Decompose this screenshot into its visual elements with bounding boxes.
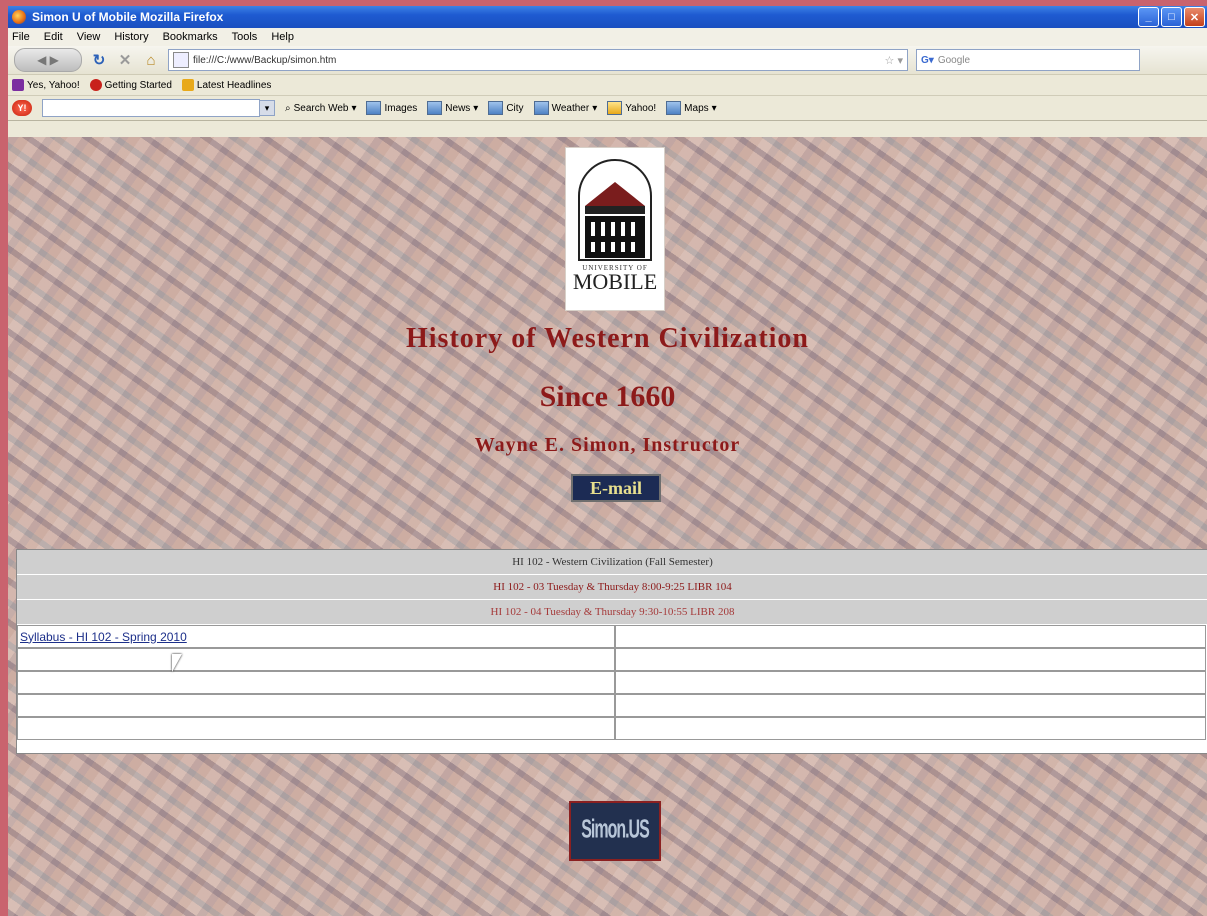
instructor-name: Wayne E. Simon, Instructor (474, 434, 741, 456)
bookmark-label: Getting Started (104, 79, 172, 91)
url-text: file:///C:/www/Backup/simon.htm (193, 54, 337, 66)
yahoo-city[interactable]: City (488, 101, 524, 115)
browser-window: Simon U of Mobile Mozilla Firefox _ □ ✕ … (8, 6, 1207, 916)
table-cell (615, 694, 1206, 717)
table-cell (17, 648, 615, 671)
university-logo: UNIVERSITY OF MOBILE (565, 147, 665, 311)
close-button[interactable]: ✕ (1184, 7, 1205, 27)
bookmarks-toolbar: Yes, Yahoo! Getting Started Latest Headl… (8, 75, 1207, 96)
yahoo-badge-icon[interactable]: Y! (12, 100, 32, 116)
section-row: HI 102 - 03 Tuesday & Thursday 8:00-9:25… (17, 575, 1207, 600)
navigation-toolbar: ◀ ▶ ↻ ✕ ⌂ file:///C:/www/Backup/simon.ht… (8, 46, 1207, 75)
menu-history[interactable]: History (114, 31, 148, 43)
menu-tools[interactable]: Tools (232, 31, 258, 43)
site-identity-icon[interactable] (173, 52, 189, 68)
window-title: Simon U of Mobile Mozilla Firefox (32, 10, 224, 24)
page-title: History of Western Civilization (406, 323, 809, 354)
getting-started-icon (89, 79, 102, 91)
reload-icon[interactable]: ↻ (90, 51, 108, 69)
firefox-icon (12, 10, 26, 24)
university-building-icon (578, 159, 652, 261)
menu-view[interactable]: View (77, 31, 101, 43)
table-cell (615, 717, 1206, 740)
table-cell (615, 625, 1206, 648)
table-cell (17, 694, 615, 717)
bookmark-label: Latest Headlines (196, 79, 272, 91)
page-content: UNIVERSITY OF MOBILE History of Western … (8, 137, 1207, 916)
yahoo-search-web[interactable]: ⌕ Search Web ▾ (285, 103, 356, 114)
search-icon: ⌕ (285, 102, 291, 114)
email-button[interactable]: E-mail (571, 474, 661, 502)
yahoo-folder-icon (607, 101, 623, 115)
page-subtitle: Since 1660 (539, 380, 676, 413)
logo-mobile-text: MOBILE (572, 269, 658, 294)
menu-help[interactable]: Help (271, 31, 294, 43)
back-forward-button[interactable]: ◀ ▶ (14, 48, 82, 72)
table-cell (615, 648, 1206, 671)
yahoo-maps[interactable]: Maps ▾ (666, 101, 717, 115)
rss-feed-icon (181, 79, 194, 91)
bookmark-latest-headlines[interactable]: Latest Headlines (181, 79, 272, 91)
yahoo-yahoo[interactable]: Yahoo! (607, 101, 656, 115)
table-cell (17, 717, 615, 740)
mouse-cursor-icon (172, 654, 182, 672)
section-row: HI 102 - 04 Tuesday & Thursday 9:30-10:5… (17, 600, 1207, 625)
menu-edit[interactable]: Edit (44, 31, 63, 43)
simon-us-badge[interactable]: Simon.US (569, 801, 661, 861)
yahoo-toolbar: Y! ▾ ⌕ Search Web ▾ Images News ▾ City We… (8, 96, 1207, 121)
course-header-row: HI 102 - Western Civilization (Fall Seme… (17, 550, 1207, 575)
bookmark-label: Yes, Yahoo! (27, 79, 80, 91)
menu-bar: File Edit View History Bookmarks Tools H… (8, 28, 1207, 46)
yahoo-icon (12, 79, 24, 91)
syllabus-link[interactable]: Syllabus - HI 102 - Spring 2010 (20, 630, 187, 644)
bookmark-yahoo[interactable]: Yes, Yahoo! (12, 79, 80, 91)
table-cell: Syllabus - HI 102 - Spring 2010 (17, 625, 615, 648)
stop-icon[interactable]: ✕ (116, 51, 134, 69)
home-icon[interactable]: ⌂ (142, 51, 160, 69)
weather-icon (533, 101, 549, 115)
menu-bookmarks[interactable]: Bookmarks (163, 31, 218, 43)
google-icon[interactable]: G▾ (921, 55, 934, 66)
badge-text: Simon.US (581, 816, 650, 844)
maximize-button[interactable]: □ (1161, 7, 1182, 27)
course-table: HI 102 - Western Civilization (Fall Seme… (16, 549, 1207, 754)
window-controls: _ □ ✕ (1138, 7, 1207, 27)
course-links-grid: Syllabus - HI 102 - Spring 2010 (17, 625, 1207, 740)
search-box[interactable]: G▾ Google (916, 49, 1140, 71)
yahoo-weather[interactable]: Weather ▾ (533, 101, 597, 115)
yahoo-search-input[interactable] (42, 99, 260, 117)
yahoo-images[interactable]: Images (366, 101, 417, 115)
table-cell (17, 671, 615, 694)
title-bar: Simon U of Mobile Mozilla Firefox _ □ ✕ (8, 6, 1207, 28)
search-placeholder: Google (937, 54, 971, 66)
bookmark-star-icon[interactable]: ☆ ▾ (885, 54, 907, 67)
news-icon (427, 101, 443, 115)
bookmark-getting-started[interactable]: Getting Started (89, 79, 172, 91)
city-icon (488, 101, 504, 115)
table-cell (615, 671, 1206, 694)
menu-file[interactable]: File (12, 31, 30, 43)
maps-icon (666, 101, 682, 115)
images-icon (366, 101, 382, 115)
minimize-button[interactable]: _ (1138, 7, 1159, 27)
yahoo-search-dropdown[interactable]: ▾ (259, 100, 275, 116)
address-bar[interactable]: file:///C:/www/Backup/simon.htm ☆ ▾ (168, 49, 908, 71)
yahoo-news[interactable]: News ▾ (427, 101, 478, 115)
